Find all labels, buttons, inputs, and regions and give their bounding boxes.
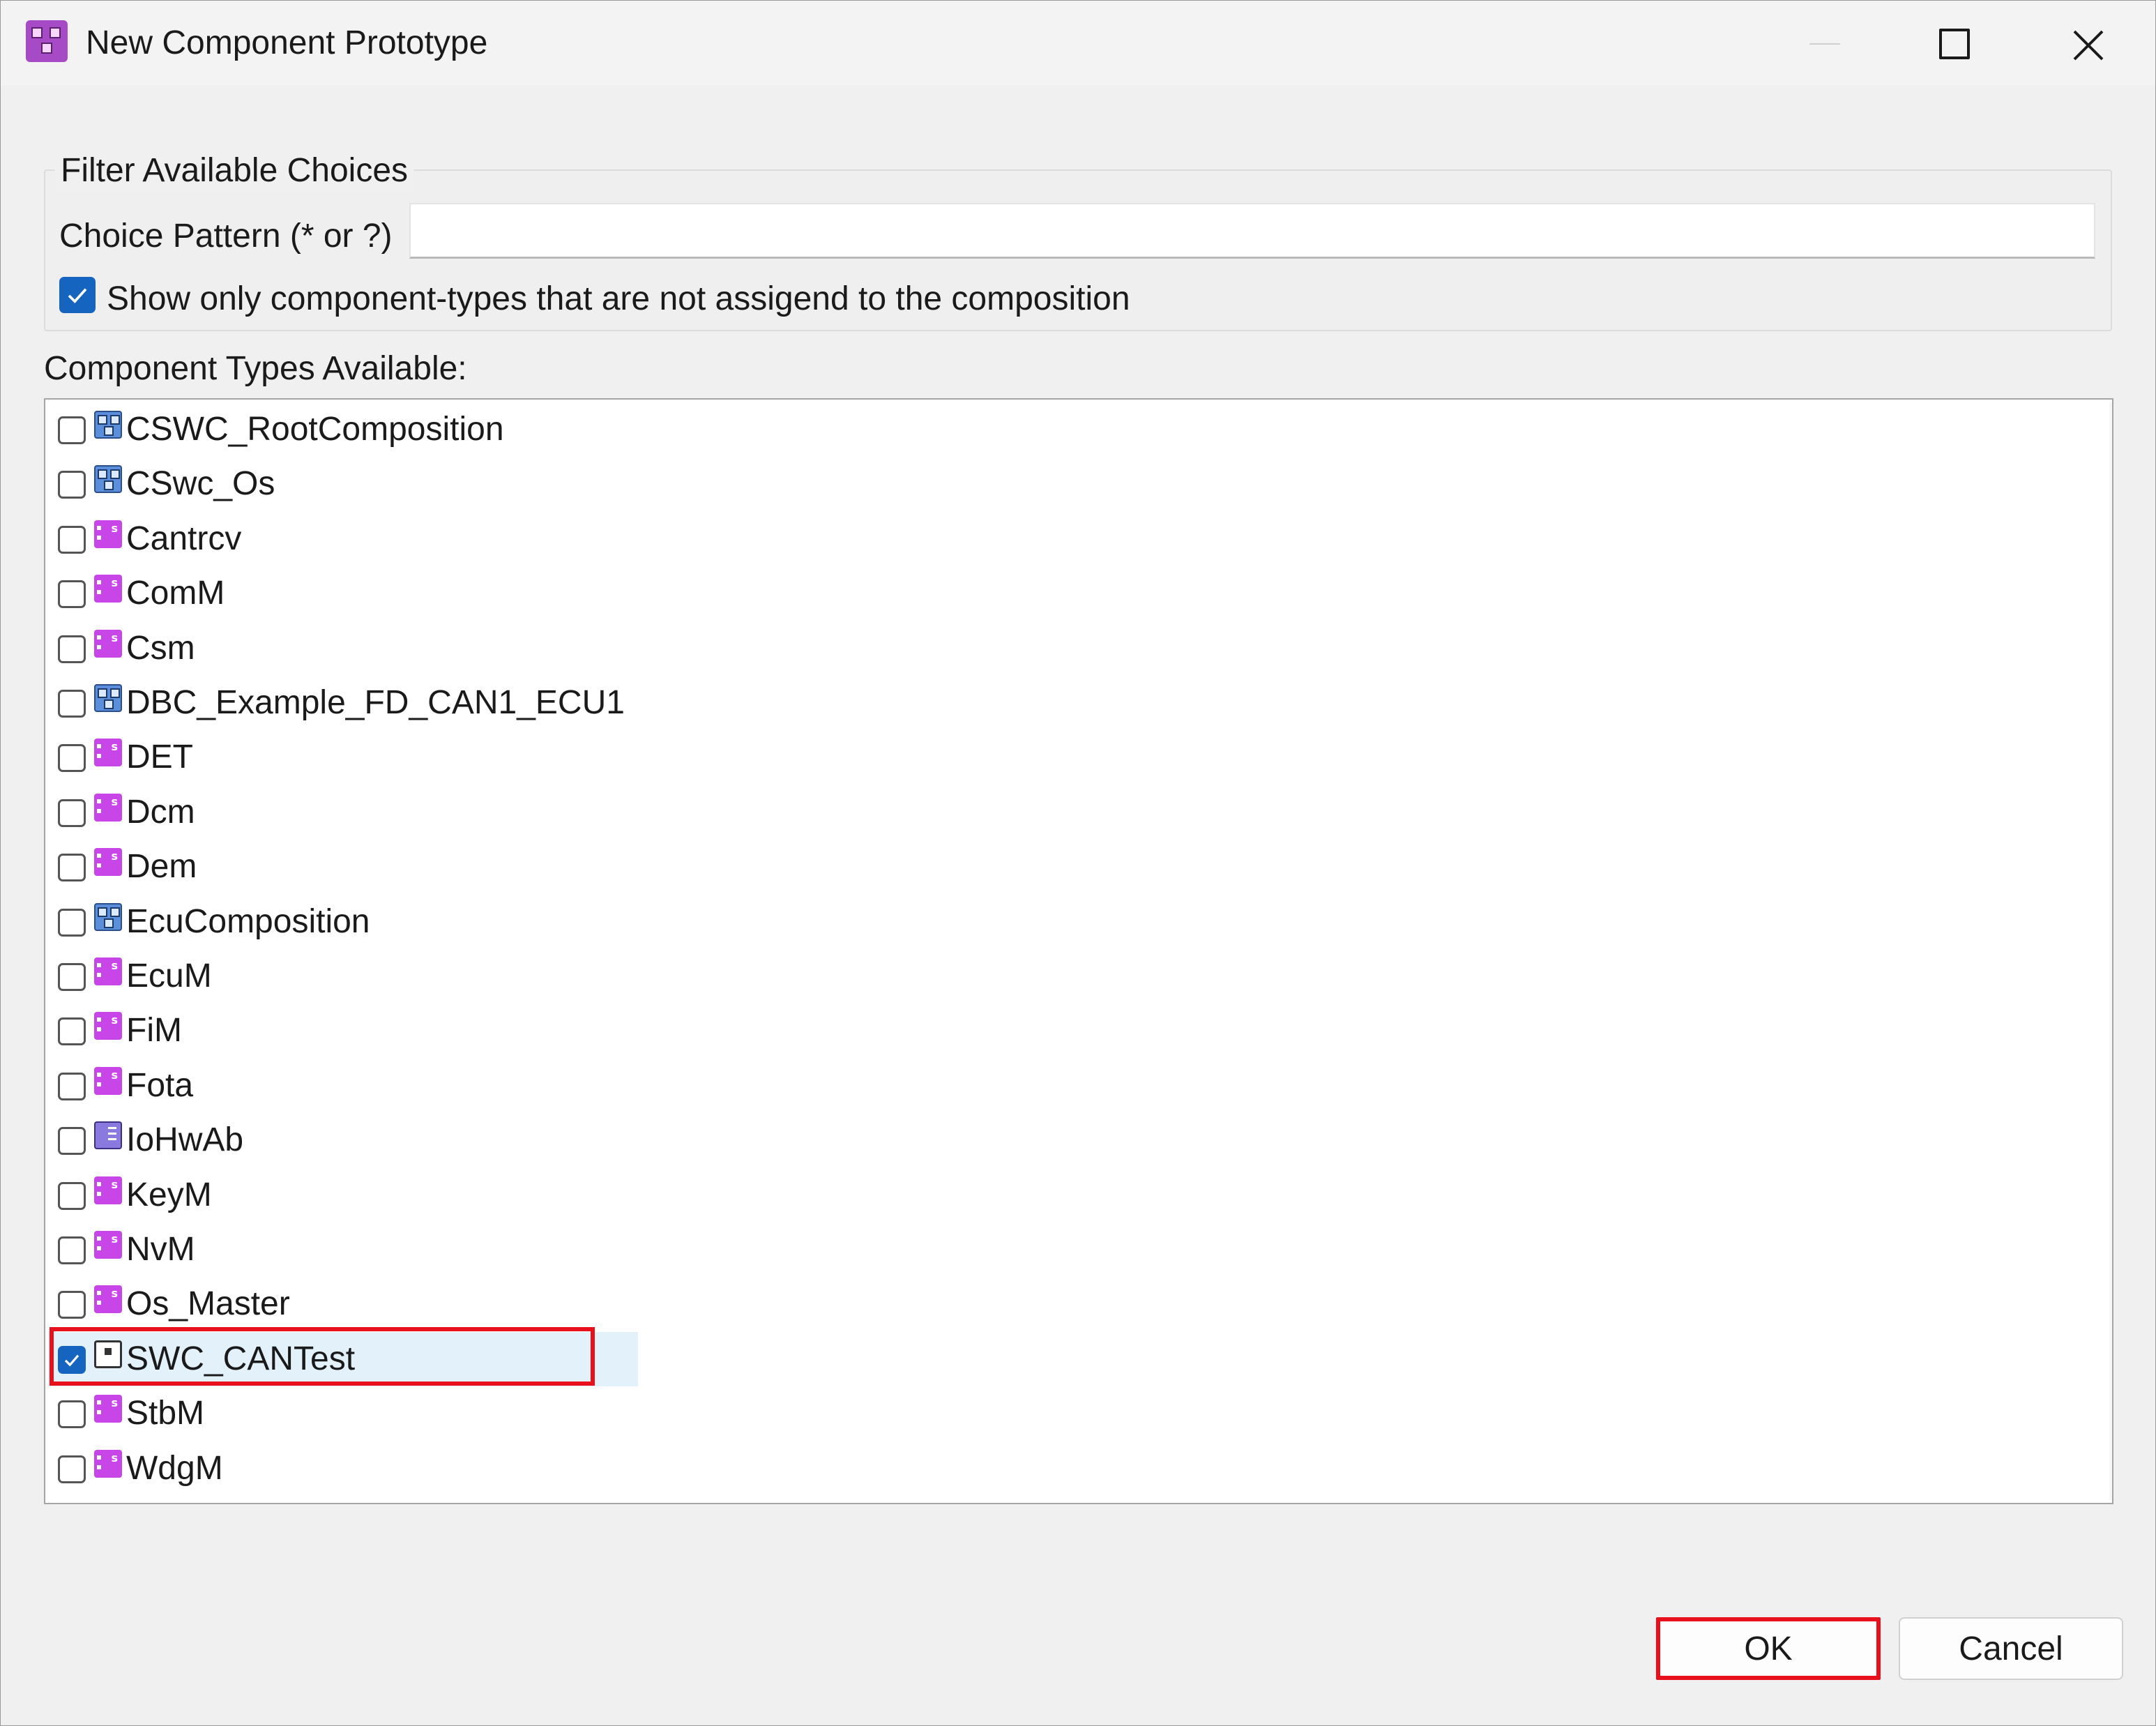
choice-pattern-label: Choice Pattern (* or ?) (59, 218, 393, 255)
list-item[interactable]: s WdgM (45, 1441, 2063, 1496)
list-item-checkbox[interactable] (58, 471, 86, 499)
service-component-icon: s (94, 957, 122, 985)
service-component-icon: s (94, 1231, 122, 1259)
list-item-checkbox[interactable] (58, 854, 86, 882)
maximize-icon[interactable] (1911, 15, 1995, 73)
list-item-label: Cantrcv (126, 520, 242, 557)
list-item[interactable]: CSwc_Os (45, 457, 2063, 511)
service-component-icon: s (94, 629, 122, 658)
show-unassigned-checkbox[interactable] (59, 277, 96, 313)
list-item-checkbox[interactable] (58, 416, 86, 444)
list-item-checkbox[interactable] (58, 635, 86, 663)
list-item[interactable]: s Dem (45, 840, 2063, 894)
list-item-checkbox[interactable] (58, 1236, 86, 1264)
list-item[interactable]: s NvM (45, 1222, 2063, 1277)
list-item[interactable]: CSWC_RootComposition (45, 402, 2063, 457)
list-item-label: DBC_Example_FD_CAN1_ECU1 (126, 684, 625, 721)
list-item-label: IoHwAb (126, 1121, 244, 1159)
list-item[interactable]: s EcuM (45, 949, 2063, 1004)
service-component-icon: s (94, 520, 122, 548)
show-unassigned-label: Show only component-types that are not a… (107, 280, 1130, 317)
list-item[interactable]: s Cantrcv (45, 512, 2063, 566)
list-item-checkbox[interactable] (58, 1017, 86, 1046)
list-item[interactable]: s FiM (45, 1004, 2063, 1058)
list-item-label: FiM (126, 1012, 182, 1050)
list-item[interactable]: s DET (45, 730, 2063, 785)
service-component-icon: s (94, 739, 122, 767)
close-icon[interactable] (2047, 15, 2130, 73)
list-item-checkbox[interactable] (58, 744, 86, 773)
list-item-label: Csm (126, 629, 195, 667)
service-component-icon: s (94, 1395, 122, 1423)
new-component-prototype-dialog: New Component Prototype Filter Available… (0, 0, 2156, 1726)
list-item-label: ComM (126, 575, 225, 612)
service-component-icon: s (94, 1012, 122, 1040)
service-component-icon: s (94, 848, 122, 877)
list-item-label: WdgM (126, 1449, 223, 1487)
list-scrollbar[interactable] (2109, 402, 2112, 1500)
minimize-icon[interactable] (1783, 15, 1867, 73)
list-item-checkbox[interactable] (58, 798, 86, 827)
composition-icon (94, 411, 122, 439)
list-item-checkbox[interactable] (58, 1400, 86, 1429)
list-item-checkbox[interactable] (58, 1127, 86, 1156)
service-component-icon: s (94, 793, 122, 822)
filter-group-label: Filter Available Choices (55, 150, 414, 192)
cancel-button[interactable]: Cancel (1899, 1617, 2123, 1680)
title-bar: New Component Prototype (1, 1, 2155, 86)
list-item-checkbox[interactable] (58, 580, 86, 609)
list-item-checkbox[interactable] (58, 908, 86, 937)
list-item-label: EcuComposition (126, 902, 370, 940)
service-component-icon: s (94, 1066, 122, 1095)
list-item-label: Os_Master (126, 1285, 290, 1323)
list-item-checkbox[interactable] (58, 1291, 86, 1319)
list-item-checkbox[interactable] (58, 1455, 86, 1483)
composition-icon (94, 684, 122, 712)
composition-icon (94, 465, 122, 494)
service-component-icon: s (94, 575, 122, 603)
composition-icon (94, 902, 122, 931)
list-item-checkbox[interactable] (58, 963, 86, 991)
list-item-label: EcuM (126, 957, 212, 994)
list-item[interactable]: s Csm (45, 621, 2063, 676)
list-item-label: CSwc_Os (126, 465, 275, 503)
list-item-label: Dem (126, 848, 197, 886)
list-item-checkbox[interactable] (58, 1181, 86, 1210)
service-component-icon: s (94, 1176, 122, 1204)
list-item[interactable]: DBC_Example_FD_CAN1_ECU1 (45, 676, 2063, 730)
list-item-label: StbM (126, 1395, 205, 1432)
choice-pattern-input[interactable] (409, 203, 2095, 259)
io-hw-abstraction-icon (94, 1121, 122, 1150)
list-item-checkbox[interactable] (58, 525, 86, 554)
component-types-label: Component Types Available: (44, 350, 467, 387)
list-item[interactable]: s Fota (45, 1059, 2063, 1113)
list-item-label: Fota (126, 1066, 194, 1104)
list-item-label: CSWC_RootComposition (126, 411, 504, 448)
list-item[interactable]: EcuComposition (45, 895, 2063, 949)
list-item[interactable]: s StbM (45, 1386, 2063, 1441)
component-prototype-app-icon (26, 20, 68, 62)
checkmark-icon (68, 288, 87, 303)
list-item-label: DET (126, 739, 193, 776)
list-item-checkbox[interactable] (58, 690, 86, 718)
ok-button[interactable]: OK (1656, 1617, 1881, 1680)
list-item[interactable]: s ComM (45, 566, 2063, 621)
selected-item-highlight (50, 1327, 595, 1386)
list-item-label: Dcm (126, 793, 195, 831)
service-component-icon: s (94, 1285, 122, 1314)
list-item[interactable]: s Os_Master (45, 1277, 2063, 1331)
list-item[interactable]: IoHwAb (45, 1113, 2063, 1167)
list-item-label: KeyM (126, 1176, 212, 1213)
list-item[interactable]: s Dcm (45, 785, 2063, 840)
window-title: New Component Prototype (86, 24, 488, 61)
service-component-icon: s (94, 1449, 122, 1478)
list-item-label: NvM (126, 1231, 195, 1268)
list-item[interactable]: s KeyM (45, 1168, 2063, 1222)
list-item-checkbox[interactable] (58, 1072, 86, 1100)
